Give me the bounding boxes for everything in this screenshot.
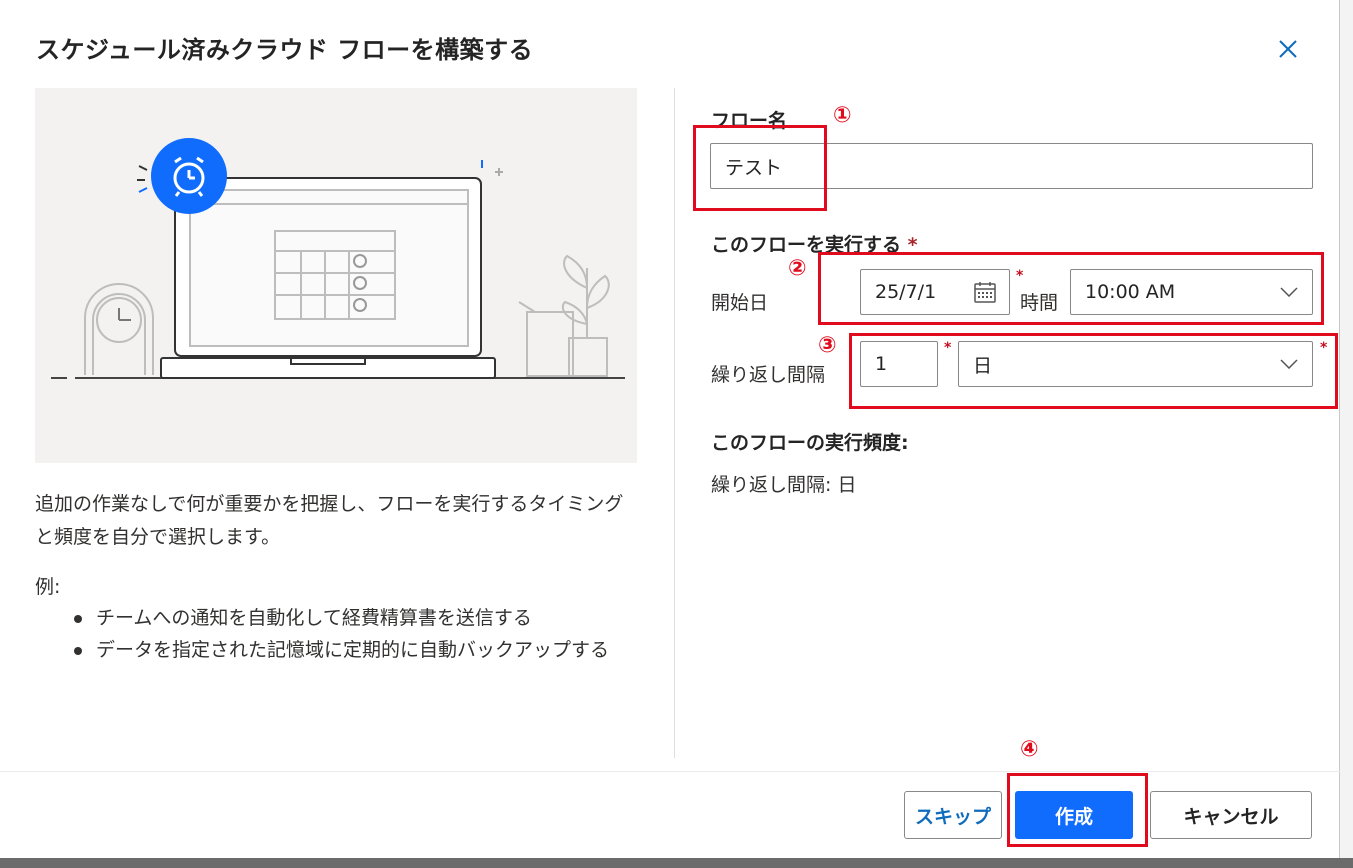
plant-icon	[518, 254, 610, 377]
dialog-title: スケジュール済みクラウド フローを構築する	[36, 36, 534, 64]
frequency-value: 繰り返し間隔: 日	[711, 474, 857, 496]
list-item: データを指定された記憶域に定期的に自動バックアップする	[72, 635, 632, 665]
list-item: チームへの通知を自動化して経費精算書を送信する	[72, 603, 632, 633]
annotation-marker-3: ③	[818, 333, 837, 358]
background-strip-bottom	[0, 858, 1353, 868]
annotation-box-3	[849, 333, 1338, 409]
skip-button[interactable]: スキップ	[904, 791, 1002, 839]
annotation-box-1	[693, 125, 827, 211]
illustration-panel	[35, 88, 637, 463]
laptop-clock-illustration	[51, 138, 625, 379]
annotation-marker-4: ④	[1020, 737, 1039, 762]
frequency-heading: このフローの実行頻度:	[711, 432, 909, 454]
desk-clock-icon	[84, 283, 154, 375]
divider	[674, 88, 675, 758]
start-label: 開始日	[711, 292, 769, 314]
examples-label: 例:	[35, 576, 61, 598]
annotation-box-2	[818, 252, 1324, 325]
interval-label: 繰り返し間隔	[711, 364, 826, 386]
examples-list: チームへの通知を自動化して経費精算書を送信する データを指定された記憶域に定期的…	[72, 603, 632, 667]
create-flow-dialog: スケジュール済みクラウド フローを構築する 追加の作業なしで何が重要かを把握し、…	[0, 0, 1340, 858]
background-strip	[1340, 0, 1353, 868]
close-icon	[1279, 40, 1297, 58]
cancel-button[interactable]: キャンセル	[1150, 791, 1312, 839]
footer-divider	[0, 771, 1340, 772]
annotation-marker-2: ②	[788, 256, 807, 281]
alarm-clock-icon	[151, 138, 227, 214]
annotation-marker-1: ①	[833, 103, 852, 128]
description-text: 追加の作業なしで何が重要かを把握し、フローを実行するタイミングと頻度を自分で選択…	[35, 493, 624, 548]
close-button[interactable]	[1272, 33, 1304, 65]
create-button[interactable]: 作成	[1015, 791, 1133, 839]
